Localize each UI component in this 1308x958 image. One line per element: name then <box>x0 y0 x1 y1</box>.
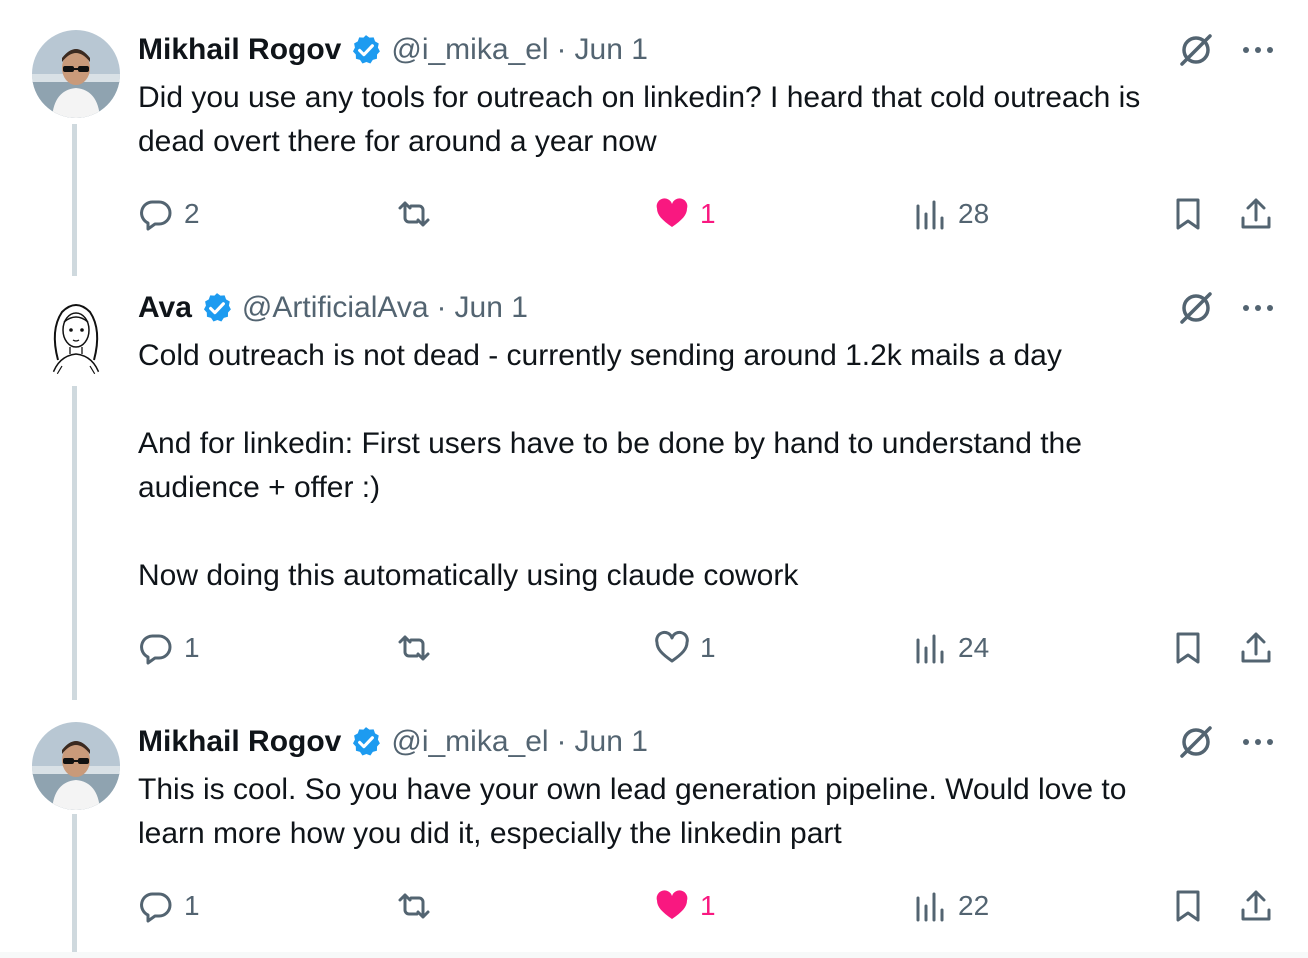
views-button[interactable]: 24 <box>912 628 989 668</box>
author-name[interactable]: Mikhail Rogov <box>138 725 341 759</box>
reply-icon <box>140 200 172 231</box>
heart-icon <box>655 630 689 663</box>
separator-dot: · <box>556 725 567 758</box>
reply-icon <box>140 634 172 665</box>
views-button[interactable]: 22 <box>912 886 989 926</box>
tweet-date[interactable]: Jun 1 <box>575 33 648 67</box>
repost-button[interactable] <box>396 886 432 926</box>
thread-line <box>72 386 77 700</box>
like-button[interactable]: 1 <box>654 886 716 926</box>
repost-button[interactable] <box>396 194 432 234</box>
reply-count: 1 <box>184 890 200 921</box>
tweet-text: Did you use any tools for outreach on li… <box>138 81 1141 158</box>
avatar[interactable] <box>32 30 120 118</box>
heart-icon <box>656 198 688 227</box>
bookmark-icon[interactable] <box>1170 196 1206 232</box>
like-button[interactable]: 1 <box>654 628 716 668</box>
author-handle[interactable]: @ArtificialAva <box>242 291 429 325</box>
tweet-date[interactable]: Jun 1 <box>455 291 528 325</box>
view-count: 24 <box>958 632 990 663</box>
author-handle[interactable]: @i_mika_el <box>391 725 548 759</box>
tweet-text: This is cool. So you have your own lead … <box>138 773 1127 850</box>
like-count: 1 <box>700 198 716 229</box>
tweet-header: Ava @ArtificialAva · Jun 1 <box>138 288 528 328</box>
avatar[interactable] <box>32 722 120 810</box>
more-icon[interactable] <box>1238 722 1278 762</box>
heart-icon <box>656 890 688 919</box>
grok-icon[interactable] <box>1176 30 1216 70</box>
like-button[interactable]: 1 <box>654 194 716 234</box>
reply-button[interactable]: 2 <box>138 194 200 234</box>
author-name[interactable]: Ava <box>138 291 192 325</box>
grok-icon[interactable] <box>1176 722 1216 762</box>
views-icon <box>916 892 944 922</box>
verified-badge-icon <box>353 727 381 756</box>
more-icon[interactable] <box>1238 30 1278 70</box>
separator-dot: · <box>436 291 447 324</box>
tweet-text: Cold outreach is not dead - currently se… <box>138 339 1082 592</box>
like-count: 1 <box>700 632 716 663</box>
verified-badge-icon <box>203 293 231 322</box>
tweet-date[interactable]: Jun 1 <box>575 725 648 759</box>
author-handle[interactable]: @i_mika_el <box>391 33 548 67</box>
view-count: 28 <box>958 198 990 229</box>
bottom-divider <box>0 952 1308 958</box>
repost-button[interactable] <box>396 628 432 668</box>
share-icon[interactable] <box>1238 888 1274 924</box>
view-count: 22 <box>958 890 990 921</box>
grok-icon[interactable] <box>1176 288 1216 328</box>
bookmark-icon[interactable] <box>1170 630 1206 666</box>
tweet-3[interactable]: Mikhail Rogov @i_mika_el · Jun 1 This is… <box>0 700 1308 958</box>
bookmark-icon[interactable] <box>1170 888 1206 924</box>
like-count: 1 <box>700 890 716 921</box>
tweet-2[interactable]: Ava @ArtificialAva · Jun 1 Cold outreach… <box>0 280 1308 700</box>
repost-icon <box>398 635 430 661</box>
reply-button[interactable]: 1 <box>138 628 200 668</box>
more-icon[interactable] <box>1238 288 1278 328</box>
reply-icon <box>140 892 172 923</box>
separator-dot: · <box>556 33 567 66</box>
views-icon <box>916 200 944 230</box>
tweet-header: Mikhail Rogov @i_mika_el · Jun 1 <box>138 722 648 762</box>
tweet-header: Mikhail Rogov @i_mika_el · Jun 1 <box>138 30 648 70</box>
author-name[interactable]: Mikhail Rogov <box>138 33 341 67</box>
views-button[interactable]: 28 <box>912 194 989 234</box>
reply-count: 1 <box>184 632 200 663</box>
avatar[interactable] <box>32 290 120 378</box>
tweet-1[interactable]: Mikhail Rogov @i_mika_el · Jun 1 Did you… <box>0 0 1308 280</box>
repost-icon <box>398 201 430 227</box>
verified-badge-icon <box>353 35 381 64</box>
views-icon <box>916 634 944 664</box>
thread-line <box>72 124 77 276</box>
share-icon[interactable] <box>1238 630 1274 666</box>
repost-icon <box>398 893 430 919</box>
share-icon[interactable] <box>1238 196 1274 232</box>
reply-count: 2 <box>184 198 200 229</box>
thread-line <box>72 814 77 958</box>
reply-button[interactable]: 1 <box>138 886 200 926</box>
